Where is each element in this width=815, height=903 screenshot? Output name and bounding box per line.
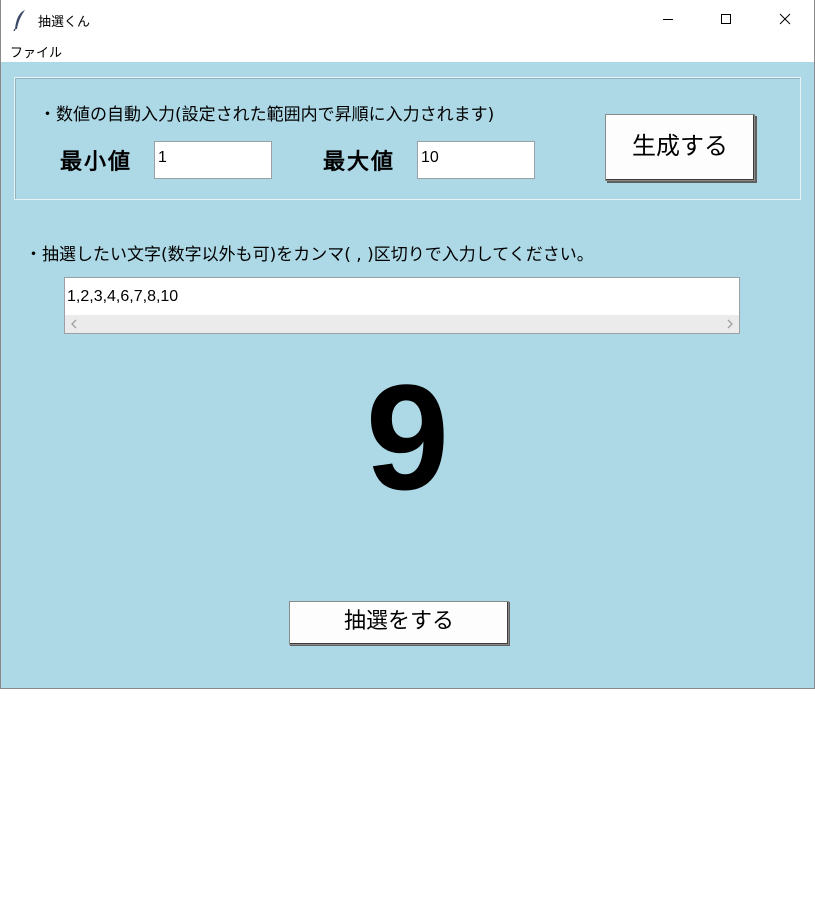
chevron-right-icon (727, 319, 733, 329)
close-button[interactable] (756, 0, 814, 38)
maximize-button[interactable] (697, 0, 755, 38)
minimize-icon (663, 19, 673, 20)
maximize-icon (721, 14, 731, 24)
max-value-label: 最大値 (323, 150, 396, 175)
lottery-text-value: 1,2,3,4,6,7,8,10 (67, 288, 179, 305)
lottery-text-label: ・抽選したい文字(数字以外も可)をカンマ( , )区切りで入力してください。 (25, 245, 594, 265)
scroll-left-button[interactable] (65, 315, 83, 333)
menu-bar: ファイル (1, 38, 814, 62)
auto-input-frame: ・数値の自動入力(設定された範囲内で昇順に入力されます) 最小値 1 最大値 1… (14, 77, 801, 200)
min-value-input[interactable]: 1 (154, 141, 272, 179)
auto-input-label: ・数値の自動入力(設定された範囲内で昇順に入力されます) (39, 105, 495, 125)
window-title: 抽選くん (38, 15, 91, 30)
feather-icon (13, 9, 27, 32)
draw-result: 9 (365, 353, 450, 521)
minimize-button[interactable] (639, 0, 697, 38)
close-icon (779, 13, 791, 25)
max-value-input[interactable]: 10 (417, 141, 535, 179)
title-bar[interactable]: 抽選くん (1, 0, 814, 38)
horizontal-scrollbar[interactable] (65, 315, 739, 333)
app-window: 抽選くん ファイル ・数値の自動入力(設定された範囲内で昇順に入力されます) 最… (0, 0, 815, 689)
scroll-right-button[interactable] (721, 315, 739, 333)
main-content: ・数値の自動入力(設定された範囲内で昇順に入力されます) 最小値 1 最大値 1… (1, 62, 814, 688)
menu-item-file[interactable]: ファイル (10, 42, 62, 61)
min-value-label: 最小値 (60, 150, 133, 175)
lottery-text-input[interactable]: 1,2,3,4,6,7,8,10 (64, 277, 740, 334)
generate-button[interactable]: 生成する (605, 114, 755, 181)
chevron-left-icon (71, 319, 77, 329)
draw-button[interactable]: 抽選をする (289, 601, 509, 645)
